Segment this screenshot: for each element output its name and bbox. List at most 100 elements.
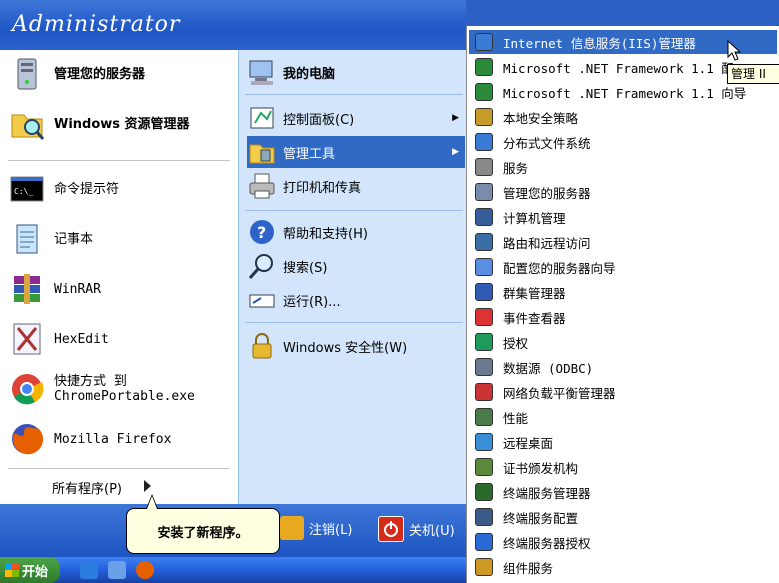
tooltip: 管理 II <box>727 64 779 84</box>
my-computer-item[interactable]: 我的电脑 <box>247 56 465 88</box>
admin-tool-item[interactable]: 终端服务器授权 <box>469 530 777 554</box>
recent-item-winrar[interactable]: WinRAR <box>8 270 101 308</box>
recent-label: HexEdit <box>54 331 109 347</box>
hexedit-icon <box>8 320 46 358</box>
start-label: 开始 <box>22 564 49 580</box>
winrar-icon <box>8 270 46 308</box>
control-panel-item[interactable]: 控制面板(C) ▶ <box>247 102 465 134</box>
event-viewer-icon <box>475 308 493 326</box>
admin-tool-label: 配置您的服务器向导 <box>503 260 616 276</box>
logoff-button[interactable]: 注销(L) <box>280 516 352 540</box>
svg-text:C:\_: C:\_ <box>14 187 33 196</box>
recent-item-firefox[interactable]: Mozilla Firefox <box>8 420 171 458</box>
right-item-label: Windows 安全性(W) <box>283 340 408 356</box>
admin-tool-item[interactable]: 配置您的服务器向导 <box>469 255 777 279</box>
all-programs-arrow-icon <box>144 480 151 492</box>
recent-label: 命令提示符 <box>54 181 120 197</box>
pinned-item-explorer[interactable]: Windows 资源管理器 <box>8 105 190 143</box>
admin-tools-icon <box>247 137 277 167</box>
admin-tool-item[interactable]: 事件查看器 <box>469 305 777 329</box>
admin-tool-item[interactable]: 证书颁发机构 <box>469 455 777 479</box>
desktop-quicklaunch-icon[interactable] <box>108 561 126 579</box>
start-menu: Administrator 管理您的服务器 Windows 资源管理器 C:\_… <box>0 0 469 557</box>
admin-tool-label: 远程桌面 <box>503 435 554 451</box>
admin-tools-item[interactable]: 管理工具 ▶ <box>247 136 465 168</box>
admin-tool-label: 分布式文件系统 <box>503 135 591 151</box>
routing-icon <box>475 233 493 251</box>
pinned-label: Windows 资源管理器 <box>54 116 190 132</box>
separator <box>8 160 230 161</box>
admin-tool-label: 路由和远程访问 <box>503 235 591 251</box>
logoff-label: 注销(L) <box>309 522 353 538</box>
right-item-label: 搜索(S) <box>283 260 328 276</box>
pinned-item-server-manager[interactable]: 管理您的服务器 <box>8 55 145 93</box>
dotnet-config-icon <box>475 58 493 76</box>
mouse-cursor-icon <box>727 39 742 66</box>
ts-config-icon <box>475 508 493 526</box>
dotnet-wizard-icon <box>475 83 493 101</box>
right-item-label: 打印机和传真 <box>283 180 362 196</box>
admin-tool-label: Microsoft .NET Framework 1.1 配 <box>503 60 734 76</box>
help-item[interactable]: ? 帮助和支持(H) <box>247 216 465 248</box>
recent-item-cmd[interactable]: C:\_ 命令提示符 <box>8 170 119 208</box>
search-item[interactable]: 搜索(S) <box>247 250 465 282</box>
recent-item-chrome[interactable]: 快捷方式 到 ChromePortable.exe <box>8 370 195 408</box>
admin-tool-item[interactable]: 性能 <box>469 405 777 429</box>
local-security-icon <box>475 108 493 126</box>
taskbar: 开始 <box>0 557 468 583</box>
admin-tool-item[interactable]: 群集管理器 <box>469 280 777 304</box>
run-item[interactable]: 运行(R)... <box>247 284 465 316</box>
admin-tool-item[interactable]: 管理您的服务器 <box>469 180 777 204</box>
ie-quicklaunch-icon[interactable] <box>80 561 98 579</box>
start-menu-header: Administrator <box>0 0 468 50</box>
admin-tool-item[interactable]: 终端服务配置 <box>469 505 777 529</box>
admin-tool-label: 事件查看器 <box>503 310 566 326</box>
admin-tool-item[interactable]: 终端服务管理器 <box>469 480 777 504</box>
admin-tool-item[interactable]: 授权 <box>469 330 777 354</box>
odbc-icon <box>475 358 493 376</box>
printers-item[interactable]: 打印机和传真 <box>247 170 465 202</box>
admin-tool-item[interactable]: 组件服务 <box>469 555 777 579</box>
admin-tool-label: 证书颁发机构 <box>503 460 579 476</box>
admin-tools-submenu: Internet 信息服务(IIS)管理器 Microsoft .NET Fram… <box>466 26 779 583</box>
separator <box>245 210 463 211</box>
admin-tool-item[interactable]: 本地安全策略 <box>469 105 777 129</box>
notification-balloon[interactable]: 安装了新程序。 <box>126 508 280 554</box>
right-item-label: 帮助和支持(H) <box>283 226 368 242</box>
admin-tool-label: 终端服务配置 <box>503 510 579 526</box>
admin-tool-label: 终端服务管理器 <box>503 485 591 501</box>
shutdown-button[interactable]: 关机(U) <box>378 516 455 542</box>
iis-icon <box>475 33 493 51</box>
all-programs-button[interactable]: 所有程序(P) <box>52 478 122 497</box>
cluster-icon <box>475 283 493 301</box>
admin-tool-label: 群集管理器 <box>503 285 566 301</box>
user-name: Administrator <box>12 12 181 37</box>
balloon-text: 安装了新程序。 <box>157 525 249 541</box>
shutdown-label: 关机(U) <box>409 523 455 539</box>
configure-server-icon <box>475 258 493 276</box>
services-icon <box>475 158 493 176</box>
admin-tool-label: 服务 <box>503 160 529 176</box>
admin-tool-item[interactable]: 远程桌面 <box>469 430 777 454</box>
admin-tool-item[interactable]: 路由和远程访问 <box>469 230 777 254</box>
dfs-icon <box>475 133 493 151</box>
admin-tool-label: Internet 信息服务(IIS)管理器 <box>503 35 696 51</box>
printer-icon <box>247 171 277 201</box>
my-computer-icon <box>247 57 277 87</box>
admin-tool-item[interactable]: 数据源 (ODBC) <box>469 355 777 379</box>
recent-item-notepad[interactable]: 记事本 <box>8 220 93 258</box>
admin-tool-item[interactable]: 计算机管理 <box>469 205 777 229</box>
firefox-quicklaunch-icon[interactable] <box>136 561 154 579</box>
admin-tool-item[interactable]: 网络负载平衡管理器 <box>469 380 777 404</box>
right-item-label: 管理工具 <box>283 146 336 162</box>
performance-icon <box>475 408 493 426</box>
ts-manager-icon <box>475 483 493 501</box>
admin-tool-item[interactable]: 服务 <box>469 155 777 179</box>
start-button[interactable]: 开始 <box>0 557 60 583</box>
security-item[interactable]: Windows 安全性(W) <box>247 330 465 362</box>
admin-tool-item[interactable]: 分布式文件系统 <box>469 130 777 154</box>
separator <box>8 468 230 469</box>
admin-tool-label: 本地安全策略 <box>503 110 579 126</box>
recent-item-hexedit[interactable]: HexEdit <box>8 320 109 358</box>
power-icon <box>378 516 404 542</box>
